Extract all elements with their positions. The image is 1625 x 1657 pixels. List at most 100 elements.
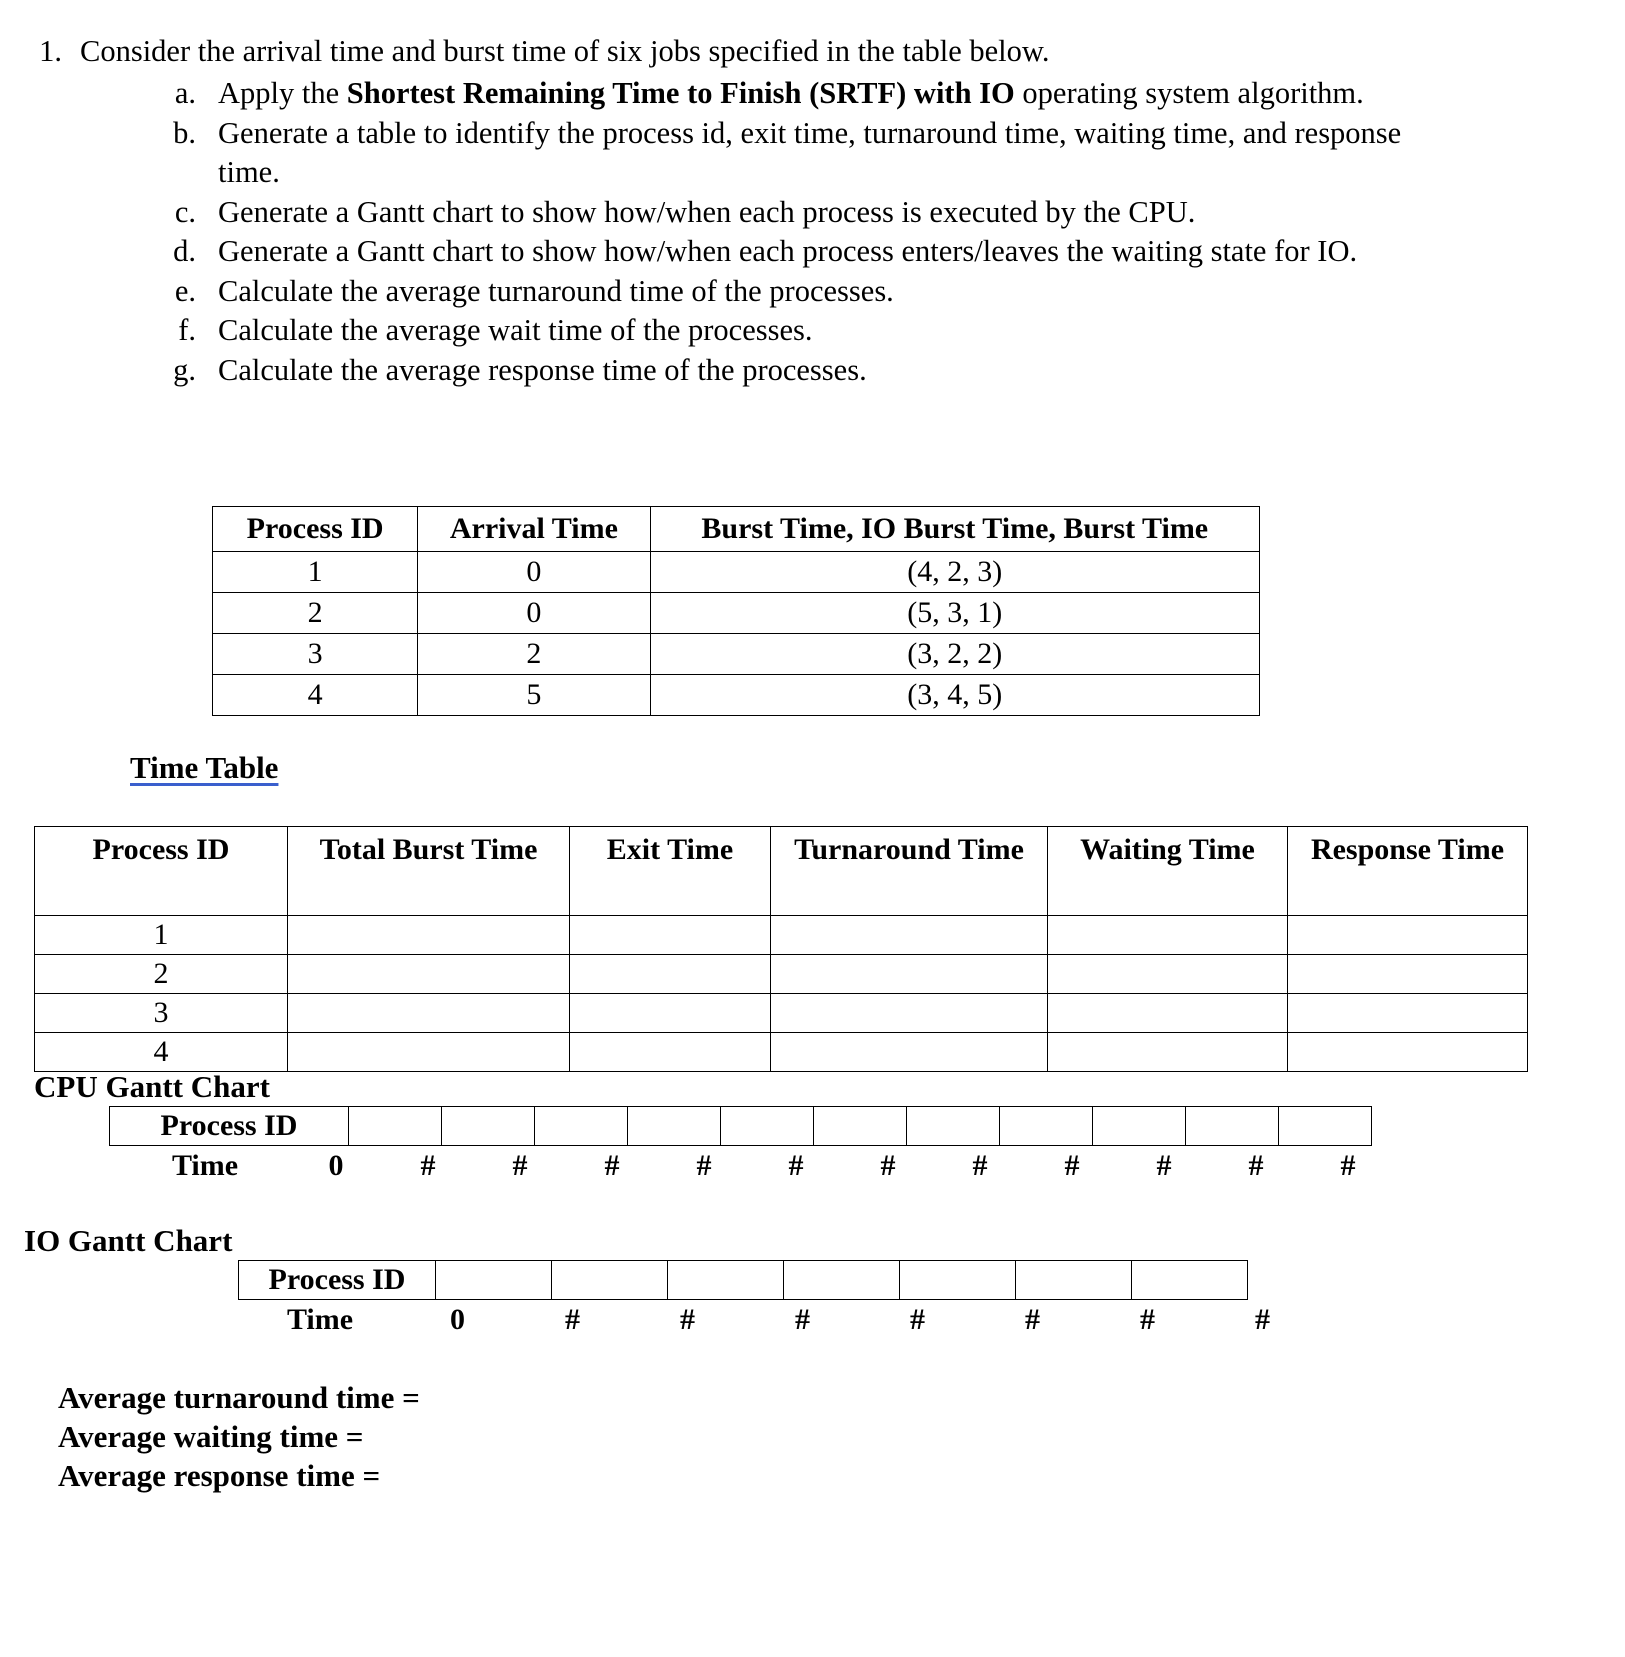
cell-process-id: 2 [211,592,419,634]
io-time-tick: # [1140,1303,1155,1336]
cpu-gantt-slot[interactable] [906,1106,1000,1146]
cpu-gantt-slot[interactable] [1092,1106,1186,1146]
table-row: 2 0 (5, 3, 1) [211,592,1261,634]
cell-exit-time[interactable] [569,954,771,994]
cell-response-time[interactable] [1287,993,1528,1033]
cell-turnaround-time[interactable] [770,1032,1048,1072]
cell-total-burst[interactable] [287,954,570,994]
sub-letter-f: f. [178,313,196,347]
io-time-tick: 0 [450,1303,465,1336]
table-row: 4 [34,1032,1528,1072]
io-gantt-chart-heading: IO Gantt Chart [24,1223,233,1258]
table-row: 1 [34,915,1528,955]
sub-letter-c: c. [174,194,196,229]
cell-bursts: (3, 4, 5) [649,674,1261,716]
io-gantt-slot[interactable] [1015,1260,1132,1300]
cell-turnaround-time[interactable] [770,954,1048,994]
cpu-gantt-row-label: Process ID [109,1106,349,1146]
cpu-gantt-slot[interactable] [348,1106,442,1146]
cell-process-id: 2 [34,954,288,994]
sub-text-f: Calculate the average wait time of the p… [218,313,813,347]
question-1: 1. Consider the arrival time and burst t… [0,32,1625,71]
cpu-time-tick: # [696,1149,712,1182]
cpu-gantt-slot[interactable] [627,1106,721,1146]
cpu-time-tick: # [1156,1149,1172,1182]
sub-text-b: Generate a table to identify the process… [218,115,1402,190]
table-row: 3 [34,993,1528,1033]
cell-exit-time[interactable] [569,1032,771,1072]
cell-process-id: 1 [34,915,288,955]
header-total-burst: Total Burst Time [287,826,570,916]
header-turnaround-time: Turnaround Time [770,826,1048,916]
cell-waiting-time[interactable] [1047,993,1288,1033]
cell-response-time[interactable] [1287,915,1528,955]
io-gantt-slot[interactable] [899,1260,1016,1300]
cpu-time-axis-label: Time [171,1149,239,1182]
cpu-gantt-chart-table: Process ID [109,1106,1372,1146]
averages-block: Average turnaround time = Average waitin… [58,1378,420,1495]
sub-question-g: g. Calculate the average response time o… [0,351,1625,391]
io-gantt-row: Process ID [238,1260,1248,1300]
io-gantt-time-axis: Time 0 # # # # # # # [240,1302,1320,1338]
table-row: 4 5 (3, 4, 5) [211,674,1261,716]
io-time-tick: # [565,1303,580,1336]
process-parameters-table: Process ID Arrival Time Burst Time, IO B… [211,506,1261,716]
cpu-gantt-slot[interactable] [441,1106,535,1146]
question-block: 1. Consider the arrival time and burst t… [0,32,1625,390]
sub-text-g: Calculate the average response time of t… [218,352,867,387]
header-waiting-time: Waiting Time [1047,826,1288,916]
cell-turnaround-time[interactable] [770,915,1048,955]
cell-arrival-time: 0 [417,592,651,634]
io-time-tick: # [680,1303,695,1336]
sub-question-b: b. Generate a table to identify the proc… [0,114,1625,193]
sub-a-before: Apply the [218,76,347,110]
sub-letter-b: b. [173,115,196,150]
io-gantt-slot[interactable] [551,1260,668,1300]
cell-turnaround-time[interactable] [770,993,1048,1033]
cell-arrival-time: 0 [417,551,651,593]
cpu-time-tick: # [512,1149,528,1182]
cpu-gantt-slot[interactable] [1278,1106,1372,1146]
cpu-time-tick: 0 [328,1149,344,1182]
cpu-gantt-slot[interactable] [720,1106,814,1146]
cell-bursts: (3, 2, 2) [649,633,1261,675]
cpu-gantt-time-axis: Time 0 # # # # # # # # # # # [120,1148,1394,1184]
sub-a-after: operating system algorithm. [1014,76,1364,110]
cpu-gantt-slot[interactable] [813,1106,907,1146]
io-time-tick: # [910,1303,925,1336]
cell-total-burst[interactable] [287,1032,570,1072]
io-gantt-slot[interactable] [783,1260,900,1300]
sub-text-a: Apply the Shortest Remaining Time to Fin… [196,74,1364,114]
cell-total-burst[interactable] [287,915,570,955]
cell-total-burst[interactable] [287,993,570,1033]
cell-waiting-time[interactable] [1047,954,1288,994]
cell-waiting-time[interactable] [1047,1032,1288,1072]
cell-exit-time[interactable] [569,915,771,955]
cpu-gantt-slot[interactable] [999,1106,1093,1146]
io-time-axis-label: Time [286,1303,354,1336]
header-burst-times: Burst Time, IO Burst Time, Burst Time [649,506,1261,552]
cpu-gantt-chart-heading: CPU Gantt Chart [34,1069,270,1104]
io-gantt-slot[interactable] [435,1260,552,1300]
cell-process-id: 4 [34,1032,288,1072]
io-time-tick: # [1025,1303,1040,1336]
time-table-heading: Time Table [130,750,279,785]
cell-response-time[interactable] [1287,954,1528,994]
cell-arrival-time: 2 [417,633,651,675]
cell-response-time[interactable] [1287,1032,1528,1072]
cpu-gantt-slot[interactable] [1185,1106,1279,1146]
sub-text-d: Generate a Gantt chart to show how/when … [218,234,1358,268]
cpu-gantt-slot[interactable] [534,1106,628,1146]
io-gantt-slot[interactable] [667,1260,784,1300]
io-gantt-slot[interactable] [1131,1260,1248,1300]
cpu-time-tick: # [1340,1149,1356,1182]
sub-letter-a: a. [174,76,196,110]
sub-letter-g: g. [173,352,196,387]
table-row: 1 0 (4, 2, 3) [211,551,1261,593]
cell-exit-time[interactable] [569,993,771,1033]
header-response-time: Response Time [1287,826,1528,916]
cell-waiting-time[interactable] [1047,915,1288,955]
sub-letter-d: d. [173,234,196,268]
header-exit-time: Exit Time [569,826,771,916]
cell-bursts: (4, 2, 3) [649,551,1261,593]
